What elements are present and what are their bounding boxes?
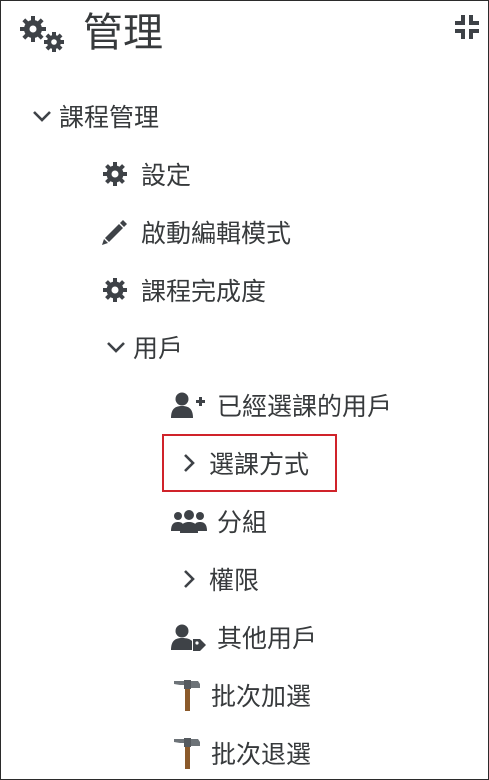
compress-icon[interactable]	[453, 13, 481, 41]
chevron-down-icon	[107, 342, 125, 353]
tree-node-bulk-add[interactable]: 批次加選	[171, 675, 311, 715]
tree-node-users[interactable]: 用戶	[105, 327, 183, 367]
hammer-icon	[174, 738, 200, 769]
administration-block: 管理 課程管理 設定 啟動編輯模式 課程完成度 用戶 已經選課的用戶 選課方式 …	[0, 0, 489, 780]
tree-node-label: 選課方式	[209, 450, 310, 479]
user-tag-icon	[171, 624, 206, 651]
tree-node-label: 分組	[217, 508, 268, 537]
tree-node-label: 權限	[209, 566, 260, 595]
tree-node-permissions[interactable]: 權限	[179, 559, 259, 599]
tree-node-label: 啟動編輯模式	[141, 219, 292, 248]
tree-node-label: 其他用戶	[217, 624, 318, 653]
block-header: 管理	[1, 1, 488, 71]
tree-node-enrolled-users[interactable]: 已經選課的用戶	[171, 385, 392, 425]
tree-node-label: 批次加選	[211, 682, 312, 711]
tree-node-edit-mode[interactable]: 啟動編輯模式	[101, 212, 291, 252]
tree-node-label: 已經選課的用戶	[217, 392, 393, 421]
tree-node-label: 課程管理	[59, 103, 160, 132]
chevron-down-icon	[33, 111, 51, 122]
hammer-icon	[174, 680, 200, 711]
tree-node-groups[interactable]: 分組	[171, 501, 267, 541]
cogs-icon	[20, 16, 64, 52]
tree-node-course-admin[interactable]: 課程管理	[31, 96, 159, 136]
chevron-right-icon	[184, 454, 195, 472]
gear-icon	[103, 278, 127, 302]
tree-node-enrolment-methods[interactable]: 選課方式	[179, 443, 309, 483]
users-icon	[171, 510, 207, 533]
block-title: 管理	[83, 10, 163, 56]
tree-node-label: 用戶	[133, 334, 184, 363]
tree-node-other-users[interactable]: 其他用戶	[171, 617, 317, 657]
tree-node-completion[interactable]: 課程完成度	[101, 270, 266, 310]
tree-node-bulk-drop[interactable]: 批次退選	[171, 733, 311, 773]
tree-node-label: 課程完成度	[141, 277, 267, 306]
tree-node-label: 設定	[141, 161, 192, 190]
user-plus-icon	[171, 392, 205, 418]
gear-icon	[103, 162, 127, 186]
pencil-icon	[102, 220, 127, 245]
tree-node-settings[interactable]: 設定	[101, 154, 191, 194]
tree-node-label: 批次退選	[211, 740, 312, 769]
chevron-right-icon	[184, 570, 195, 588]
